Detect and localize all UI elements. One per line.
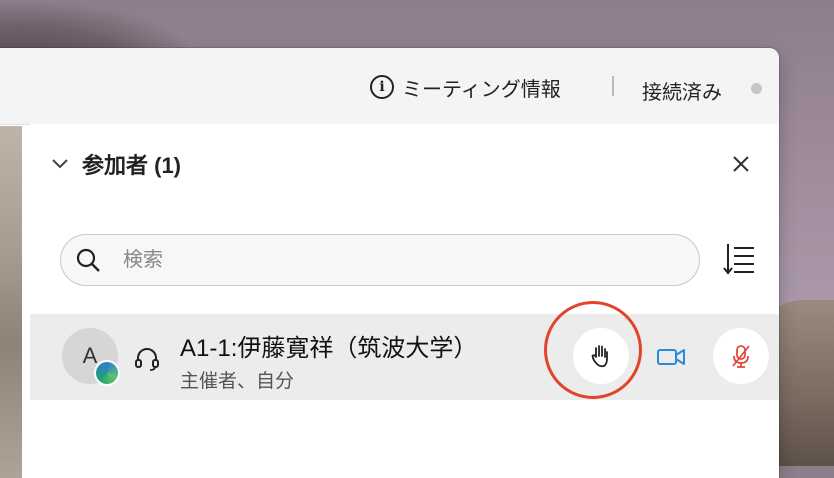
participants-panel: 参加者 (1) A (30, 124, 779, 478)
headset-icon (135, 348, 159, 371)
panel-header[interactable]: 参加者 (1) (50, 148, 181, 180)
divider (612, 76, 614, 96)
search-icon (76, 248, 100, 272)
highlight-annotation-circle (544, 301, 642, 399)
video-camera-icon[interactable] (656, 342, 686, 372)
status-indicator-dot (751, 83, 762, 94)
meeting-info-button[interactable]: i ミーティング情報 (370, 74, 561, 101)
meeting-info-label: ミーティング情報 (402, 78, 561, 101)
chevron-down-icon[interactable] (50, 154, 70, 174)
microphone-muted-icon (732, 345, 750, 368)
connection-status: 接続済み (642, 82, 722, 104)
search-box[interactable] (60, 234, 700, 286)
close-icon[interactable] (731, 154, 751, 174)
mute-button[interactable] (713, 328, 769, 384)
participant-role: 主催者、自分 (180, 371, 295, 392)
presence-badge-icon (94, 360, 120, 386)
video-preview (0, 126, 22, 478)
panel-title: 参加者 (1) (82, 153, 182, 178)
participant-name: A1-1:伊藤寛祥（筑波大学） (180, 335, 478, 362)
top-bar: i ミーティング情報 接続済み (0, 48, 779, 125)
sort-icon[interactable] (722, 242, 756, 276)
desktop-background-mountain (0, 0, 200, 50)
meeting-window: i ミーティング情報 接続済み 参加者 (1) 検索 A A1-1:伊藤寛祥（筑… (0, 48, 779, 478)
participant-row[interactable]: A A1-1:伊藤寛祥（筑波大学） 主催者、自分 (30, 301, 779, 400)
info-circle-icon: i (370, 75, 394, 99)
search-input[interactable] (121, 247, 645, 273)
